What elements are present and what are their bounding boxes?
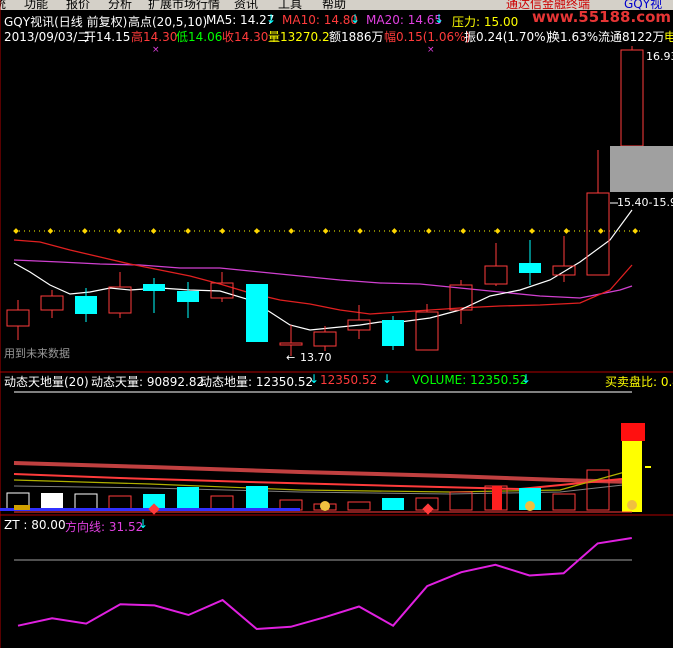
arrow-down-icon: ↓: [138, 517, 149, 531]
pressure-diamond: [219, 228, 226, 234]
pressure-diamond: [288, 228, 295, 234]
pressure-diamond: [494, 228, 501, 234]
candle-body: [519, 263, 541, 273]
volume-bar-highlight: [492, 486, 502, 510]
marker: ×: [152, 45, 160, 55]
pressure-diamond: [425, 228, 432, 234]
buy-sell-cap: [621, 423, 645, 441]
ma10-line: [13, 239, 633, 315]
pressure-diamond: [357, 228, 363, 234]
pressure-diamond: [460, 228, 467, 234]
low-price-label: 13.70: [300, 351, 332, 364]
candle-body: [415, 311, 439, 351]
buy-sell-ratio: 买卖盘比: 0.4: [605, 375, 673, 389]
volume-bar: [382, 498, 404, 510]
arrow-down-icon: ↓: [382, 372, 393, 386]
volume-bar: [347, 501, 371, 511]
candle-body: [313, 331, 337, 347]
pressure-diamond: [13, 228, 19, 234]
candle-body: [484, 265, 508, 285]
candle-body: [177, 291, 199, 302]
volume-bar: [177, 487, 199, 510]
candle-body: [620, 49, 644, 147]
gold-ingot-icon: [525, 501, 535, 511]
arrow-down-icon: ↓: [521, 372, 532, 386]
pressure-diamond: [322, 228, 329, 234]
volume-bar: [74, 493, 98, 511]
top-price-label: 16.93: [646, 50, 673, 63]
candle-body: [75, 296, 97, 314]
volume-bar: [552, 493, 576, 511]
volume-panel-title: 动态天地量(20): [4, 375, 89, 389]
volume-ma-line: [13, 473, 633, 491]
pressure-diamond: [47, 228, 54, 234]
arrow-down-icon: ↓: [309, 372, 320, 386]
volume-bar: [210, 495, 234, 511]
volume-base-band: [14, 505, 30, 510]
candle-body: [279, 342, 303, 346]
candle-body: [6, 309, 30, 327]
volume-bars: [0, 423, 651, 515]
gold-ingot-icon: [627, 500, 637, 510]
pressure-diamond: [185, 228, 191, 234]
pressure-diamond: [563, 228, 570, 234]
volume-bar: [586, 469, 610, 511]
pressure-diamond: [597, 228, 604, 234]
marker: ×: [427, 45, 435, 55]
avg-volume-line: [13, 461, 633, 484]
volume-bar: [41, 493, 63, 510]
candle-body: [40, 295, 64, 311]
pressure-diamond: [150, 228, 157, 234]
volume-bar: [108, 495, 132, 511]
zt-label: ZT : 80.00: [4, 518, 66, 532]
pressure-diamond: [253, 228, 260, 234]
candle-body: [382, 320, 404, 346]
candle-body: [246, 284, 268, 342]
red-value-label: 12350.52: [320, 373, 378, 387]
red-diamond-icon: [422, 503, 434, 515]
candle-body: [586, 192, 610, 276]
direction-line: [17, 537, 632, 631]
direction-label: 方向线: 31.52: [65, 520, 144, 534]
overlay-box: [610, 146, 673, 192]
pressure-diamond: [391, 228, 398, 234]
pressure-diamond: [116, 228, 123, 234]
future-data-notice: 用到未来数据: [4, 346, 70, 360]
pressure-diamond: [529, 228, 535, 234]
candles: [6, 46, 644, 356]
pressure-diamond: [632, 228, 639, 234]
candle-body: [108, 286, 132, 314]
target-range-label: 15.40-15.9: [617, 196, 673, 209]
low-arrow-label: ←: [286, 351, 295, 364]
ground-volume-label: 动态地量: 12350.52: [200, 375, 314, 389]
volume-label: VOLUME: 12350.52: [412, 373, 528, 387]
volume-bar: [246, 486, 268, 510]
volume-bar: [449, 491, 473, 511]
candle-body: [143, 284, 165, 291]
sky-volume-label: 动态天量: 90892.82: [91, 375, 205, 389]
gold-ingot-icon: [320, 501, 330, 511]
pressure-diamond: [81, 228, 88, 234]
chart-canvas: × × ← 13.70 用到未来数据 16.93 15.40-15.9: [0, 0, 673, 648]
